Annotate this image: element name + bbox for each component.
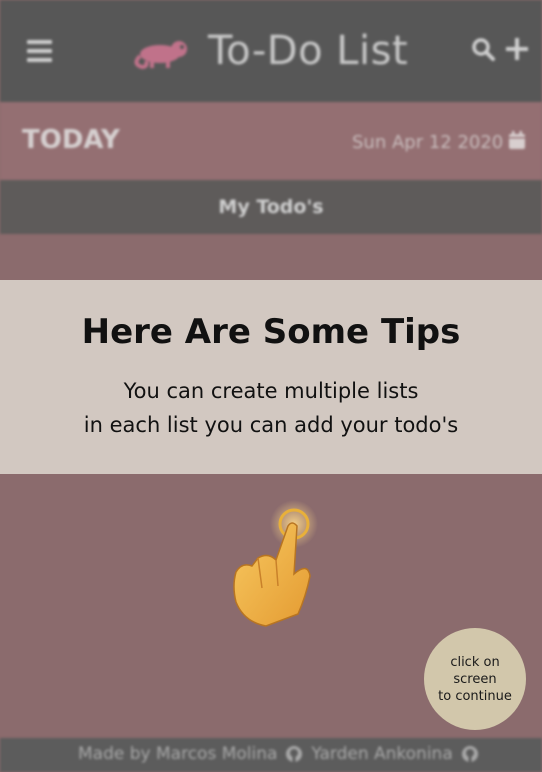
footer-author-1[interactable]: Made by Marcos Molina: [78, 744, 277, 764]
date-label[interactable]: Sun Apr 12 2020: [352, 132, 503, 153]
app-title: To-Do List: [208, 28, 409, 74]
tips-panel: [0, 280, 542, 474]
tips-line-1: You can create multiple lists: [123, 379, 419, 403]
pointing-hand-icon: [233, 500, 318, 627]
continue-line-2: to continue: [438, 688, 512, 704]
tips-title: Here Are Some Tips: [81, 312, 461, 352]
github-icon[interactable]: [285, 745, 303, 763]
today-label: TODAY: [22, 125, 120, 155]
plus-icon[interactable]: [505, 37, 529, 61]
github-icon[interactable]: [461, 745, 479, 763]
tips-line-2: in each list you can add your todo's: [83, 413, 459, 437]
search-icon[interactable]: [471, 37, 495, 61]
footer-credits: Made by Marcos Molina Yarden Ankonina: [78, 744, 479, 764]
hamburger-menu-icon[interactable]: [27, 40, 52, 62]
continue-line-1: click on screen: [450, 654, 500, 687]
chameleon-logo-icon: [134, 41, 187, 70]
continue-label: click on screen to continue: [429, 654, 521, 705]
list-title: My Todo's: [218, 196, 324, 218]
continue-button[interactable]: click on screen to continue: [424, 628, 526, 730]
footer-author-2[interactable]: Yarden Ankonina: [311, 744, 452, 764]
calendar-icon[interactable]: [508, 130, 526, 150]
